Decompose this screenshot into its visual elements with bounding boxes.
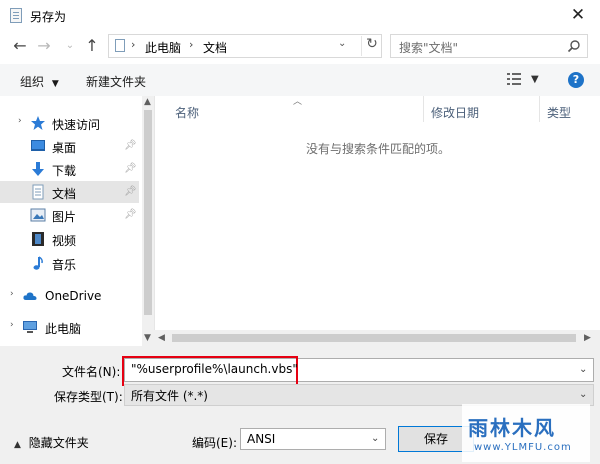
- pin-icon: 📌︎: [124, 140, 137, 151]
- desktop-icon: [31, 140, 45, 151]
- chevron-right-icon[interactable]: ›: [131, 38, 135, 51]
- window-title: 另存为: [30, 10, 67, 24]
- scrollbar-thumb[interactable]: [144, 110, 152, 315]
- computer-icon: [23, 321, 37, 333]
- forward-button[interactable]: →: [34, 36, 54, 56]
- sidebar-item-downloads[interactable]: 下载 📌︎: [0, 158, 139, 180]
- sidebar-item-label: 音乐: [52, 258, 77, 272]
- navigation-pane: › 快速访问 桌面 📌︎ 下载 📌︎ 文档 📌︎ 图片 📌︎ 视频 音乐 › O…: [0, 96, 154, 346]
- column-header-modified[interactable]: 修改日期: [431, 104, 479, 121]
- sidebar-scrollbar[interactable]: ▲ ▼: [142, 96, 154, 346]
- hide-folders-toggle[interactable]: ▲ 隐藏文件夹: [14, 434, 89, 451]
- watermark: 雨林木风 www.YLMFU.com: [462, 404, 590, 462]
- column-divider[interactable]: [423, 96, 424, 122]
- video-icon: [32, 232, 44, 246]
- sidebar-item-label: 桌面: [52, 141, 77, 155]
- filetype-label: 保存类型(T):: [54, 390, 123, 404]
- sidebar-item-videos[interactable]: 视频: [0, 228, 139, 250]
- sidebar-item-pictures[interactable]: 图片 📌︎: [0, 204, 139, 226]
- chevron-down-icon[interactable]: ⌄: [579, 364, 587, 375]
- chevron-up-icon: ▲: [14, 440, 21, 450]
- expand-chevron-icon[interactable]: ›: [18, 116, 22, 126]
- pictures-icon: [30, 208, 46, 222]
- document-icon: [32, 184, 44, 200]
- pin-icon: 📌︎: [124, 209, 137, 220]
- sidebar-item-onedrive[interactable]: › OneDrive: [0, 285, 139, 307]
- sidebar-item-label: 视频: [52, 234, 77, 248]
- sidebar-item-quick-access[interactable]: › 快速访问: [0, 112, 139, 134]
- encoding-value: ANSI: [247, 432, 276, 446]
- organize-label: 组织: [20, 75, 45, 89]
- view-options-icon[interactable]: [506, 72, 522, 86]
- search-box[interactable]: 搜索"文档": [390, 34, 588, 58]
- filetype-select[interactable]: 所有文件 (*.*) ⌄: [124, 384, 594, 406]
- file-list[interactable]: ︿ 名称 修改日期 类型 没有与搜索条件匹配的项。: [154, 96, 600, 346]
- filename-field[interactable]: "%userprofile%\launch.vbs" ⌄: [122, 356, 594, 386]
- address-dropdown-icon[interactable]: ⌄: [338, 38, 346, 49]
- breadcrumb-documents[interactable]: 文档: [203, 39, 227, 56]
- scroll-left-icon[interactable]: ◀: [158, 333, 165, 343]
- view-dropdown-icon[interactable]: ▼: [531, 74, 539, 85]
- sidebar-item-label: 此电脑: [45, 322, 82, 336]
- chevron-down-icon[interactable]: ⌄: [579, 389, 587, 400]
- expand-chevron-icon[interactable]: ›: [10, 289, 14, 299]
- address-document-icon: [115, 39, 125, 52]
- sidebar-item-label: 图片: [52, 210, 77, 224]
- download-icon: [32, 162, 44, 176]
- help-button[interactable]: ?: [568, 72, 584, 88]
- filename-value: "%userprofile%\launch.vbs": [131, 362, 298, 376]
- sidebar-item-label: 快速访问: [52, 118, 101, 132]
- column-divider[interactable]: [539, 96, 540, 122]
- sidebar-item-label: 下载: [52, 164, 77, 178]
- breadcrumb-this-pc[interactable]: 此电脑: [145, 39, 181, 56]
- empty-message: 没有与搜索条件匹配的项。: [305, 142, 450, 156]
- refresh-button[interactable]: ↻: [361, 36, 382, 56]
- sort-indicator-icon: ︿: [293, 97, 303, 107]
- scroll-down-icon[interactable]: ▼: [144, 333, 151, 343]
- title-bar: 另存为 ✕: [0, 0, 600, 32]
- scroll-up-icon[interactable]: ▲: [144, 97, 151, 107]
- notepad-icon: [10, 8, 22, 23]
- search-placeholder: 搜索"文档": [399, 41, 459, 55]
- pin-icon: 📌︎: [124, 163, 137, 174]
- encoding-select[interactable]: ANSI ⌄: [240, 428, 386, 450]
- encoding-label: 编码(E):: [192, 436, 237, 450]
- watermark-url: www.YLMFU.com: [474, 442, 572, 453]
- command-bar: 组织 ▼ 新建文件夹 ▼ ?: [0, 64, 600, 96]
- star-icon: [31, 116, 45, 130]
- scroll-right-icon[interactable]: ▶: [584, 333, 591, 343]
- music-icon: [33, 256, 43, 270]
- address-bar[interactable]: › 此电脑 › 文档 ⌄ ↻: [108, 34, 382, 58]
- sidebar-item-this-pc[interactable]: › 此电脑: [0, 316, 139, 338]
- chevron-down-icon: ▼: [51, 79, 59, 89]
- filename-label: 文件名(N):: [62, 365, 121, 379]
- filetype-value: 所有文件 (*.*): [131, 389, 208, 403]
- chevron-down-icon[interactable]: ⌄: [371, 433, 379, 444]
- pin-icon: 📌︎: [124, 186, 137, 197]
- cloud-icon: [23, 292, 37, 300]
- search-icon[interactable]: [567, 39, 581, 53]
- up-button[interactable]: ↑: [82, 36, 102, 56]
- close-button[interactable]: ✕: [566, 4, 590, 26]
- hide-folders-label: 隐藏文件夹: [28, 436, 89, 450]
- save-as-dialog: 另存为 ✕ ← → ⌄ ↑ › 此电脑 › 文档 ⌄ ↻ 搜索"文档" 组织 ▼…: [0, 0, 600, 464]
- back-button[interactable]: ←: [10, 36, 30, 56]
- watermark-logo-text: 雨林木风: [468, 416, 556, 440]
- sidebar-item-label: OneDrive: [45, 289, 102, 303]
- sidebar-item-desktop[interactable]: 桌面 📌︎: [0, 135, 139, 157]
- horizontal-scrollbar[interactable]: ◀ ▶: [154, 330, 600, 346]
- organize-button[interactable]: 组织 ▼: [20, 73, 59, 90]
- new-folder-button[interactable]: 新建文件夹: [86, 73, 146, 90]
- chevron-right-icon[interactable]: ›: [189, 38, 193, 51]
- column-header-type[interactable]: 类型: [547, 104, 571, 121]
- column-header-name[interactable]: 名称: [175, 104, 199, 121]
- sidebar-item-label: 文档: [52, 187, 77, 201]
- expand-chevron-icon[interactable]: ›: [10, 320, 14, 330]
- scrollbar-thumb[interactable]: [172, 334, 576, 342]
- recent-locations-button[interactable]: ⌄: [60, 36, 80, 56]
- sidebar-item-documents[interactable]: 文档 📌︎: [0, 181, 139, 203]
- sidebar-item-music[interactable]: 音乐: [0, 252, 139, 274]
